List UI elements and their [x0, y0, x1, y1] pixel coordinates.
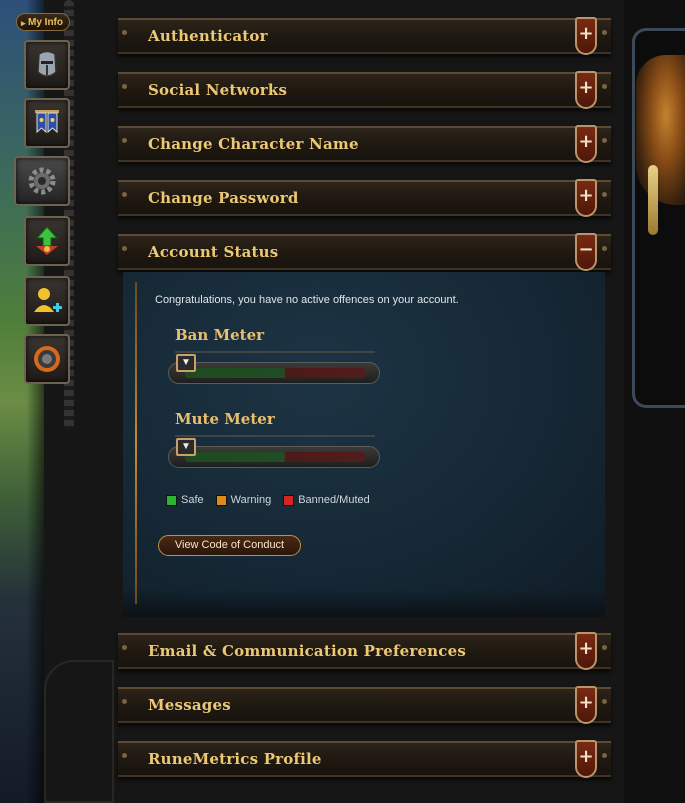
corner-ornament: [44, 660, 114, 803]
my-info-tab[interactable]: My Info: [16, 13, 70, 32]
status-message: Congratulations, you have no active offe…: [155, 294, 459, 306]
ban-meter-bar: [168, 362, 380, 384]
dragon-claw-art: [648, 165, 658, 235]
expand-icon[interactable]: +: [575, 125, 597, 163]
section-title: Change Password: [148, 189, 299, 207]
sidebar-button-helmet[interactable]: [24, 40, 70, 90]
legend-swatch: [166, 494, 177, 506]
legend-swatch: [283, 494, 295, 506]
bond-icon: [34, 346, 60, 372]
sidebar-button-add-user[interactable]: [24, 276, 70, 326]
mute-meter-title: Mute Meter: [175, 410, 275, 428]
legend-label: Banned/Muted: [298, 494, 370, 506]
collapse-icon[interactable]: −: [575, 233, 597, 271]
section-email-preferences[interactable]: Email & Communication Preferences +: [118, 632, 611, 670]
expand-icon[interactable]: +: [575, 632, 597, 670]
section-title: Email & Communication Preferences: [148, 642, 467, 660]
upgrade-icon: [35, 226, 59, 255]
gear-icon: [28, 167, 56, 195]
add-user-icon: [34, 288, 62, 312]
ban-meter-marker: ▼: [176, 354, 196, 372]
legend-item-warning: Warning: [215, 494, 272, 506]
section-title: Authenticator: [148, 27, 268, 45]
expand-icon[interactable]: +: [575, 740, 597, 778]
helmet-icon: [37, 50, 57, 77]
section-runemetrics-profile[interactable]: RuneMetrics Profile +: [118, 740, 611, 778]
legend-item-banned: Banned/Muted: [283, 494, 370, 506]
ban-meter-title: Ban Meter: [175, 326, 265, 344]
legend-label: Warning: [230, 494, 272, 506]
section-change-password[interactable]: Change Password +: [118, 179, 611, 217]
sidebar-button-settings[interactable]: [14, 156, 70, 206]
expand-icon[interactable]: +: [575, 17, 597, 55]
dragon-head-art: [636, 55, 685, 205]
meter-gradient: [185, 368, 365, 378]
mute-meter-marker: ▼: [176, 438, 196, 456]
meter-gradient: [185, 452, 365, 462]
section-title: RuneMetrics Profile: [148, 750, 322, 768]
divider: [175, 435, 375, 437]
section-social-networks[interactable]: Social Networks +: [118, 71, 611, 109]
legend-swatch: [215, 494, 227, 506]
view-code-of-conduct-button[interactable]: View Code of Conduct: [158, 535, 301, 556]
legend-item-safe: Safe: [166, 494, 204, 506]
sidebar-button-bond[interactable]: [24, 334, 70, 384]
section-title: Change Character Name: [148, 135, 359, 153]
sidebar-button-upgrade[interactable]: [24, 216, 70, 266]
section-title: Social Networks: [148, 81, 288, 99]
section-messages[interactable]: Messages +: [118, 686, 611, 724]
section-change-character-name[interactable]: Change Character Name +: [118, 125, 611, 163]
expand-icon[interactable]: +: [575, 71, 597, 109]
expand-icon[interactable]: +: [575, 179, 597, 217]
section-title: Account Status: [148, 243, 279, 261]
section-authenticator[interactable]: Authenticator +: [118, 17, 611, 55]
section-account-status[interactable]: Account Status −: [118, 233, 611, 271]
section-title: Messages: [148, 696, 231, 714]
legend-label: Safe: [181, 494, 204, 506]
sidebar-button-banner[interactable]: [24, 98, 70, 148]
mute-meter-bar: [168, 446, 380, 468]
expand-icon[interactable]: +: [575, 686, 597, 724]
meter-legend: Safe Warning Banned/Muted: [166, 494, 370, 506]
banner-icon: [35, 110, 59, 134]
divider: [175, 351, 375, 353]
panel-divider: [135, 282, 137, 604]
